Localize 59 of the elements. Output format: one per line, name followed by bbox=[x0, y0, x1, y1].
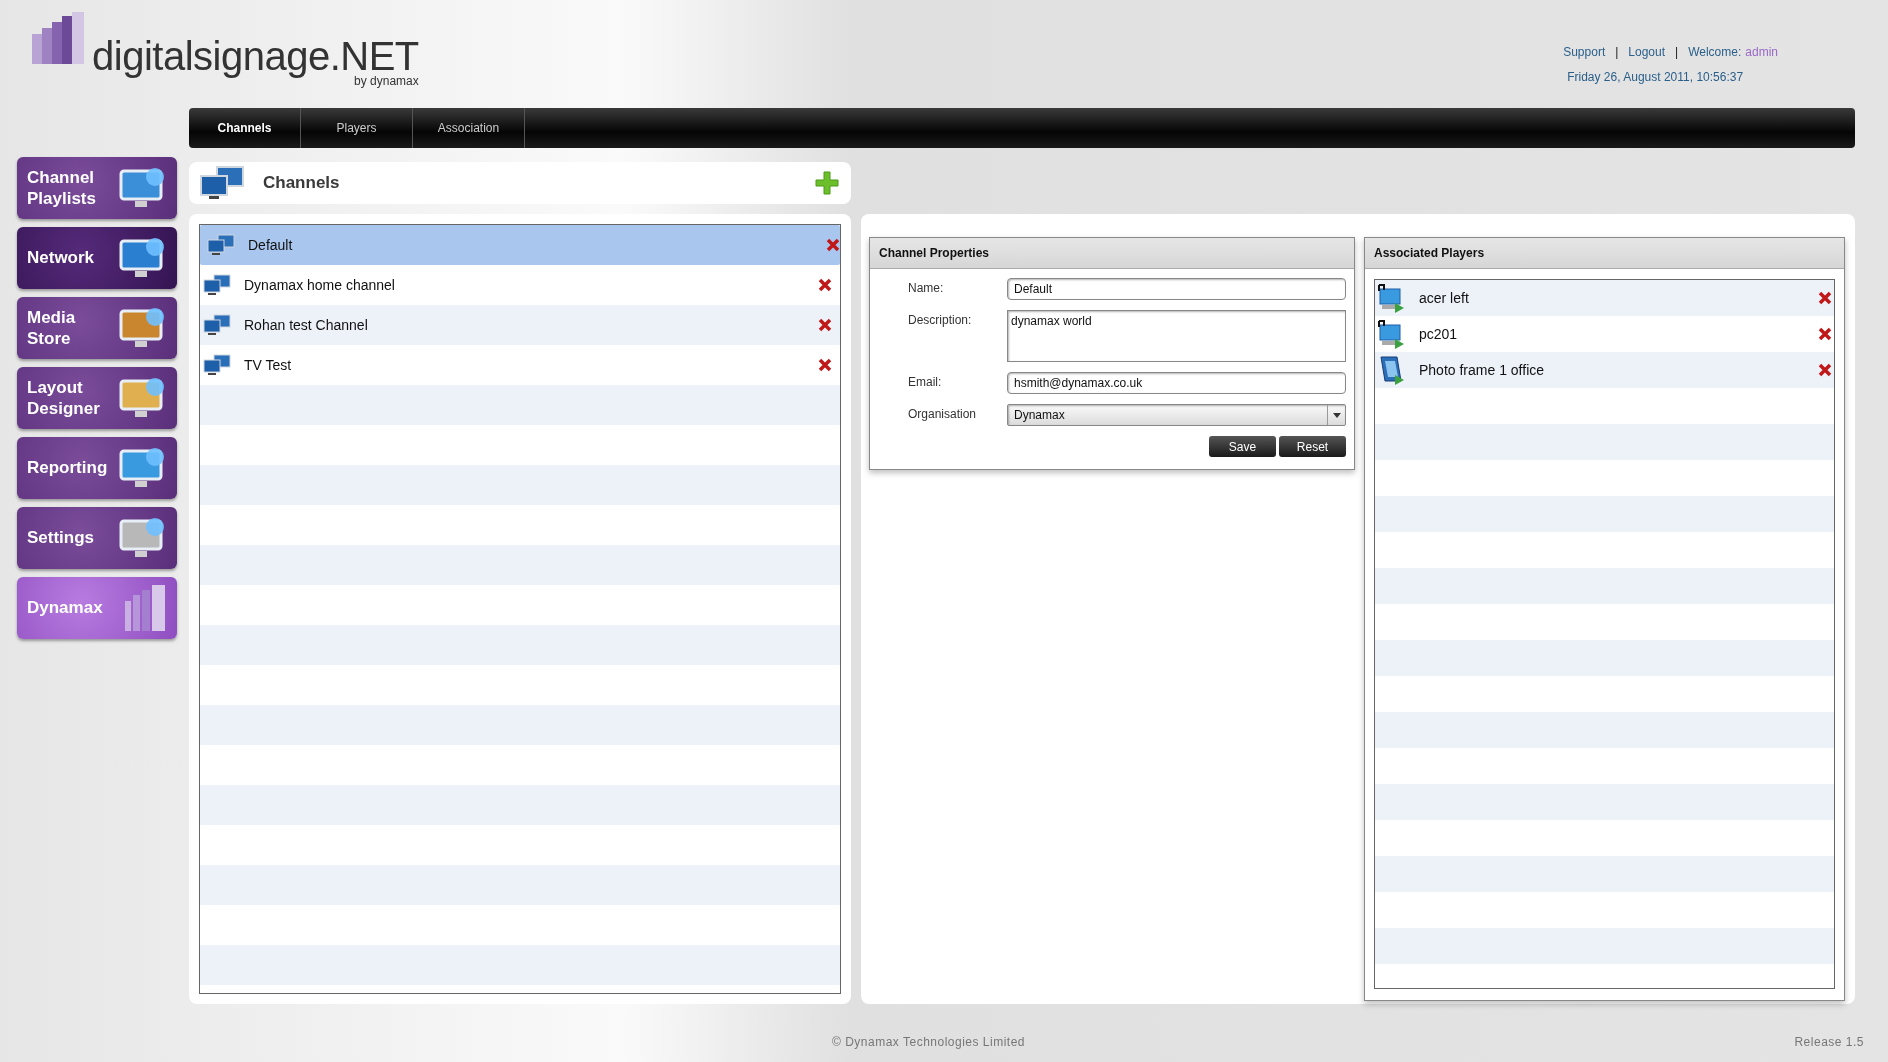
player-row[interactable]: Photo frame 1 office bbox=[1375, 352, 1834, 388]
panel-title: Associated Players bbox=[1365, 238, 1844, 269]
monitors-icon bbox=[202, 274, 232, 296]
organisation-dropdown[interactable]: Dynamax bbox=[1007, 404, 1346, 426]
player-row[interactable]: acer left bbox=[1375, 280, 1834, 316]
monitors-icon bbox=[202, 314, 232, 336]
field-label: Organisation bbox=[907, 406, 978, 421]
link-separator: | bbox=[1615, 45, 1619, 59]
channel-row[interactable]: Default bbox=[200, 225, 840, 265]
copyright-text: © Dynamax Technologies Limited bbox=[832, 1035, 1026, 1049]
form-button[interactable]: Save bbox=[1209, 436, 1276, 457]
sidebar-item[interactable]: Layout Designer bbox=[17, 367, 177, 429]
delete-icon[interactable] bbox=[1818, 327, 1832, 341]
link-separator: | bbox=[1675, 45, 1679, 59]
add-icon[interactable] bbox=[815, 171, 839, 195]
channel-name: Rohan test Channel bbox=[244, 317, 369, 333]
computer-play-icon bbox=[1377, 319, 1405, 349]
logo-icon bbox=[30, 12, 86, 64]
release-text: Release 1.5 bbox=[1794, 1035, 1864, 1049]
sidebar-item[interactable]: Channel Playlists bbox=[17, 157, 177, 219]
computer-play-icon bbox=[1377, 283, 1405, 313]
delete-icon[interactable] bbox=[826, 238, 840, 252]
photo-frame-icon bbox=[1377, 355, 1405, 385]
field-label: Email: bbox=[907, 374, 943, 389]
sidebar-item[interactable]: Media Store bbox=[17, 297, 177, 359]
nav-tab[interactable]: Association bbox=[413, 108, 525, 148]
channel-name: Dynamax home channel bbox=[244, 277, 396, 293]
panel-title: Channels bbox=[263, 173, 341, 193]
welcome-label: Welcome: bbox=[1688, 45, 1742, 59]
sidebar-item[interactable]: Settings bbox=[17, 507, 177, 569]
field-label: Description: bbox=[907, 312, 973, 327]
caret-icon bbox=[1332, 412, 1341, 418]
sidebar-item[interactable]: Network bbox=[17, 227, 177, 289]
player-name: Photo frame 1 office bbox=[1419, 362, 1546, 378]
description-field[interactable]: dynamax world bbox=[1007, 310, 1346, 362]
input-field[interactable]: hsmith@dynamax.co.uk bbox=[1007, 372, 1346, 394]
monitors-icon bbox=[202, 354, 232, 376]
panel-title: Channel Properties bbox=[870, 238, 1354, 269]
form-button[interactable]: Reset bbox=[1279, 436, 1346, 457]
delete-icon[interactable] bbox=[818, 278, 832, 292]
channel-name: Default bbox=[248, 237, 294, 253]
header-link[interactable]: Logout bbox=[1628, 45, 1666, 59]
sidebar-item[interactable]: Reporting bbox=[17, 437, 177, 499]
channel-name: TV Test bbox=[244, 357, 293, 373]
delete-icon[interactable] bbox=[818, 318, 832, 332]
player-name: pc201 bbox=[1419, 326, 1459, 342]
delete-icon[interactable] bbox=[1818, 291, 1832, 305]
delete-icon[interactable] bbox=[1818, 363, 1832, 377]
nav-tab[interactable]: Channels bbox=[189, 108, 301, 148]
monitors-icon bbox=[206, 234, 236, 256]
channel-row[interactable]: Rohan test Channel bbox=[200, 305, 840, 345]
field-label: Name: bbox=[907, 280, 945, 295]
date-time: Friday 26, August 2011, 10:56:37 bbox=[1566, 70, 1744, 84]
delete-icon[interactable] bbox=[818, 358, 832, 372]
monitors-icon bbox=[199, 166, 245, 200]
header-link[interactable]: Support bbox=[1563, 45, 1606, 59]
input-field[interactable]: Default bbox=[1007, 278, 1346, 300]
player-name: acer left bbox=[1419, 290, 1470, 306]
nav-tab[interactable]: Players bbox=[301, 108, 413, 148]
